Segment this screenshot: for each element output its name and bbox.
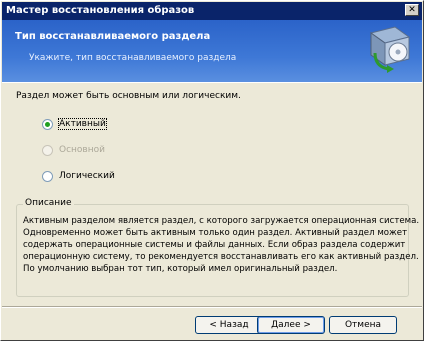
header-title: Тип восстанавливаемого раздела bbox=[15, 31, 211, 42]
wizard-window: Мастер восстановления образов ✕ Тип восс… bbox=[0, 0, 424, 341]
back-button[interactable]: < Назад bbox=[195, 316, 263, 334]
radio-active-indicator[interactable] bbox=[42, 118, 53, 130]
description-line: операционную систему, то рекомендуется в… bbox=[23, 252, 419, 262]
window-title: Мастер восстановления образов bbox=[6, 5, 195, 16]
description-line: содержать операционные системы и файлы д… bbox=[23, 240, 406, 250]
header-subtitle: Укажите, тип восстанавливаемого раздела bbox=[29, 53, 237, 63]
wizard-header: Тип восстанавливаемого раздела Укажите, … bbox=[2, 20, 422, 82]
radio-logical-label[interactable]: Логический bbox=[59, 171, 115, 181]
next-button[interactable]: Далее > bbox=[257, 316, 325, 334]
description-line: Активным разделом является раздел, с кот… bbox=[23, 216, 420, 226]
radio-primary-label: Основной bbox=[59, 145, 105, 155]
description-line: По умолчанию выбран тот тип, который име… bbox=[23, 264, 338, 274]
partition-type-prompt: Раздел может быть основным или логически… bbox=[16, 91, 241, 101]
radio-primary: Основной bbox=[42, 143, 105, 157]
restore-drive-icon bbox=[369, 26, 411, 73]
header-divider bbox=[2, 82, 422, 83]
close-icon: ✕ bbox=[408, 5, 416, 15]
radio-logical-indicator[interactable] bbox=[42, 170, 53, 182]
title-bar[interactable]: Мастер восстановления образов ✕ bbox=[2, 2, 422, 20]
description-text: Активным разделом является раздел, с кот… bbox=[23, 215, 420, 275]
footer-divider-highlight bbox=[2, 307, 422, 308]
description-line: Одновременно может быть активным только … bbox=[23, 228, 408, 238]
radio-active[interactable]: Активный bbox=[42, 117, 107, 131]
close-button[interactable]: ✕ bbox=[405, 4, 419, 16]
radio-logical[interactable]: Логический bbox=[42, 169, 115, 183]
cancel-button[interactable]: Отмена bbox=[329, 316, 397, 334]
description-legend: Описание bbox=[23, 198, 74, 208]
radio-primary-indicator bbox=[42, 144, 53, 156]
radio-active-label[interactable]: Активный bbox=[58, 118, 107, 130]
